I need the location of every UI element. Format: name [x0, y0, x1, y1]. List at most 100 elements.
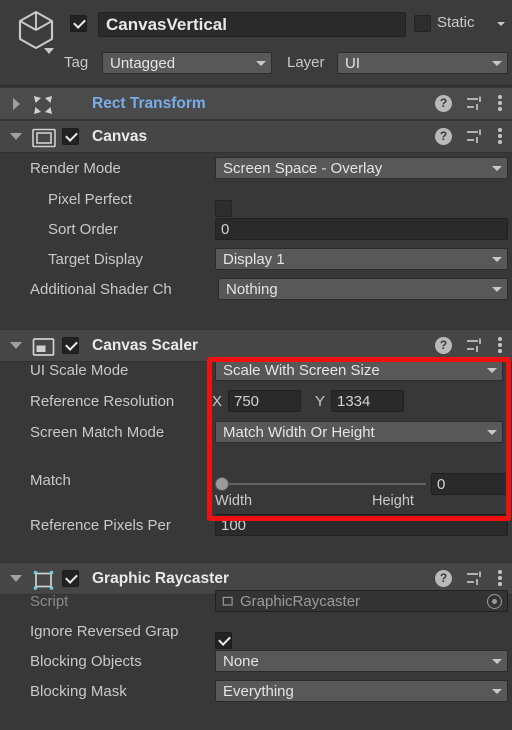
chevron-down-icon [487, 367, 497, 373]
cube-icon [14, 8, 66, 56]
three-dot-menu-icon[interactable] [498, 94, 503, 112]
ui-scale-mode-dropdown[interactable]: Scale With Screen Size [215, 359, 503, 381]
blocking-mask-dropdown[interactable]: Everything [215, 680, 508, 702]
component-header-rect-transform[interactable]: Rect Transform ? [0, 87, 512, 120]
canvas-scaler-enabled-checkbox[interactable] [62, 337, 79, 354]
foldout-arrow-icon[interactable] [13, 98, 20, 110]
header-icon-group: ? [435, 336, 503, 354]
gameobject-enabled-checkbox[interactable] [70, 15, 87, 32]
static-chevron-down-icon[interactable] [497, 22, 505, 26]
graphic-raycaster-enabled-checkbox[interactable] [62, 570, 79, 587]
blocking-objects-value: None [223, 652, 259, 670]
reference-resolution-y-input[interactable]: 1334 [331, 390, 404, 412]
header-icon-group: ? [435, 94, 503, 112]
chevron-down-icon [492, 286, 502, 292]
pixel-perfect-label: Pixel Perfect [48, 190, 133, 208]
component-title-canvas-scaler: Canvas Scaler [92, 337, 198, 354]
pixel-perfect-checkbox[interactable] [215, 200, 232, 217]
match-slider-track[interactable] [222, 483, 426, 485]
ignore-reversed-graphics-label: Ignore Reversed Grap [30, 622, 179, 640]
sort-order-input[interactable]: 0 [215, 218, 508, 240]
header-icon-group: ? [435, 569, 503, 587]
match-label: Match [30, 472, 71, 489]
graphic-raycaster-properties: Script GraphicRaycaster Ignore Reversed … [0, 590, 512, 730]
three-dot-menu-icon[interactable] [498, 336, 503, 354]
object-picker-icon[interactable] [487, 593, 502, 609]
layer-value: UI [345, 54, 360, 72]
reference-resolution-y-label: Y [315, 392, 326, 410]
header-icon-group: ? [435, 127, 503, 145]
component-header-canvas-scaler[interactable]: Canvas Scaler ? [0, 329, 512, 362]
rect-transform-icon [32, 95, 54, 115]
target-display-label: Target Display [48, 250, 144, 268]
gameobject-header: CanvasVertical Static Tag Untagged Layer… [0, 0, 512, 86]
target-display-value: Display 1 [223, 250, 285, 268]
canvas-scaler-icon [32, 337, 55, 357]
screen-match-mode-label: Screen Match Mode [30, 423, 165, 441]
script-label: Script [30, 592, 69, 610]
chevron-down-icon [492, 60, 502, 66]
foldout-arrow-icon[interactable] [10, 575, 22, 582]
reference-pixels-per-unit-value: 100 [221, 516, 247, 534]
foldout-arrow-icon[interactable] [10, 133, 22, 140]
reference-resolution-x-value: 750 [234, 392, 260, 410]
layer-dropdown[interactable]: UI [337, 52, 508, 74]
component-title-graphic-raycaster: Graphic Raycaster [92, 570, 229, 587]
canvas-scaler-properties: UI Scale Mode Scale With Screen Size Ref… [0, 359, 512, 558]
gameobject-name-input[interactable]: CanvasVertical [98, 12, 406, 37]
chevron-down-icon [256, 60, 266, 66]
help-icon[interactable]: ? [435, 336, 452, 354]
blocking-mask-value: Everything [223, 682, 294, 700]
three-dot-menu-icon[interactable] [498, 127, 503, 145]
additional-shader-channels-dropdown[interactable]: Nothing [218, 278, 508, 300]
foldout-arrow-icon[interactable] [10, 342, 22, 349]
canvas-enabled-checkbox[interactable] [62, 128, 79, 145]
canvas-properties: Render Mode Screen Space - Overlay Pixel… [0, 153, 512, 328]
screen-match-mode-dropdown[interactable]: Match Width Or Height [215, 421, 503, 443]
blocking-objects-dropdown[interactable]: None [215, 650, 508, 672]
match-value: 0 [437, 475, 446, 493]
layer-label: Layer [287, 54, 325, 71]
help-icon[interactable]: ? [435, 94, 452, 112]
script-value: GraphicRaycaster [240, 592, 361, 610]
ignore-reversed-graphics-checkbox[interactable] [215, 632, 232, 649]
match-width-label: Width [215, 493, 253, 509]
ui-scale-mode-value: Scale With Screen Size [223, 361, 380, 379]
help-icon[interactable]: ? [435, 127, 452, 145]
render-mode-dropdown[interactable]: Screen Space - Overlay [215, 157, 508, 179]
reference-resolution-label: Reference Resolution [30, 392, 175, 410]
graphic-raycaster-icon [32, 570, 54, 590]
preset-icon[interactable] [466, 128, 484, 145]
component-title-rect-transform: Rect Transform [92, 95, 206, 112]
preset-icon[interactable] [466, 570, 484, 587]
screen-match-mode-value: Match Width Or Height [223, 423, 375, 441]
chevron-down-icon [487, 429, 497, 435]
match-value-input[interactable]: 0 [431, 473, 508, 495]
reference-resolution-x-label: X [212, 392, 223, 410]
additional-shader-channels-label: Additional Shader Ch [30, 280, 172, 298]
static-label: Static [437, 14, 475, 31]
chevron-down-icon [492, 165, 502, 171]
blocking-objects-label: Blocking Objects [30, 652, 142, 670]
match-slider-handle[interactable] [215, 477, 229, 491]
additional-shader-channels-value: Nothing [226, 280, 278, 298]
three-dot-menu-icon[interactable] [498, 569, 503, 587]
help-icon[interactable]: ? [435, 569, 452, 587]
chevron-down-icon [492, 688, 502, 694]
component-header-canvas[interactable]: Canvas ? [0, 120, 512, 153]
chevron-down-icon [492, 658, 502, 664]
tag-dropdown[interactable]: Untagged [102, 52, 272, 74]
reference-pixels-per-unit-label: Reference Pixels Per [30, 516, 171, 534]
component-title-canvas: Canvas [92, 128, 148, 145]
reference-pixels-per-unit-input[interactable]: 100 [215, 514, 508, 536]
target-display-dropdown[interactable]: Display 1 [215, 248, 508, 270]
tag-label: Tag [64, 54, 89, 71]
chevron-down-icon [492, 256, 502, 262]
match-slider-row: Match 0 Width Height [0, 462, 512, 509]
reference-resolution-x-input[interactable]: 750 [228, 390, 301, 412]
preset-icon[interactable] [466, 95, 484, 112]
script-object-field[interactable]: GraphicRaycaster [215, 590, 508, 612]
preset-icon[interactable] [466, 337, 484, 354]
static-checkbox[interactable] [414, 15, 431, 32]
sort-order-value: 0 [221, 220, 230, 238]
